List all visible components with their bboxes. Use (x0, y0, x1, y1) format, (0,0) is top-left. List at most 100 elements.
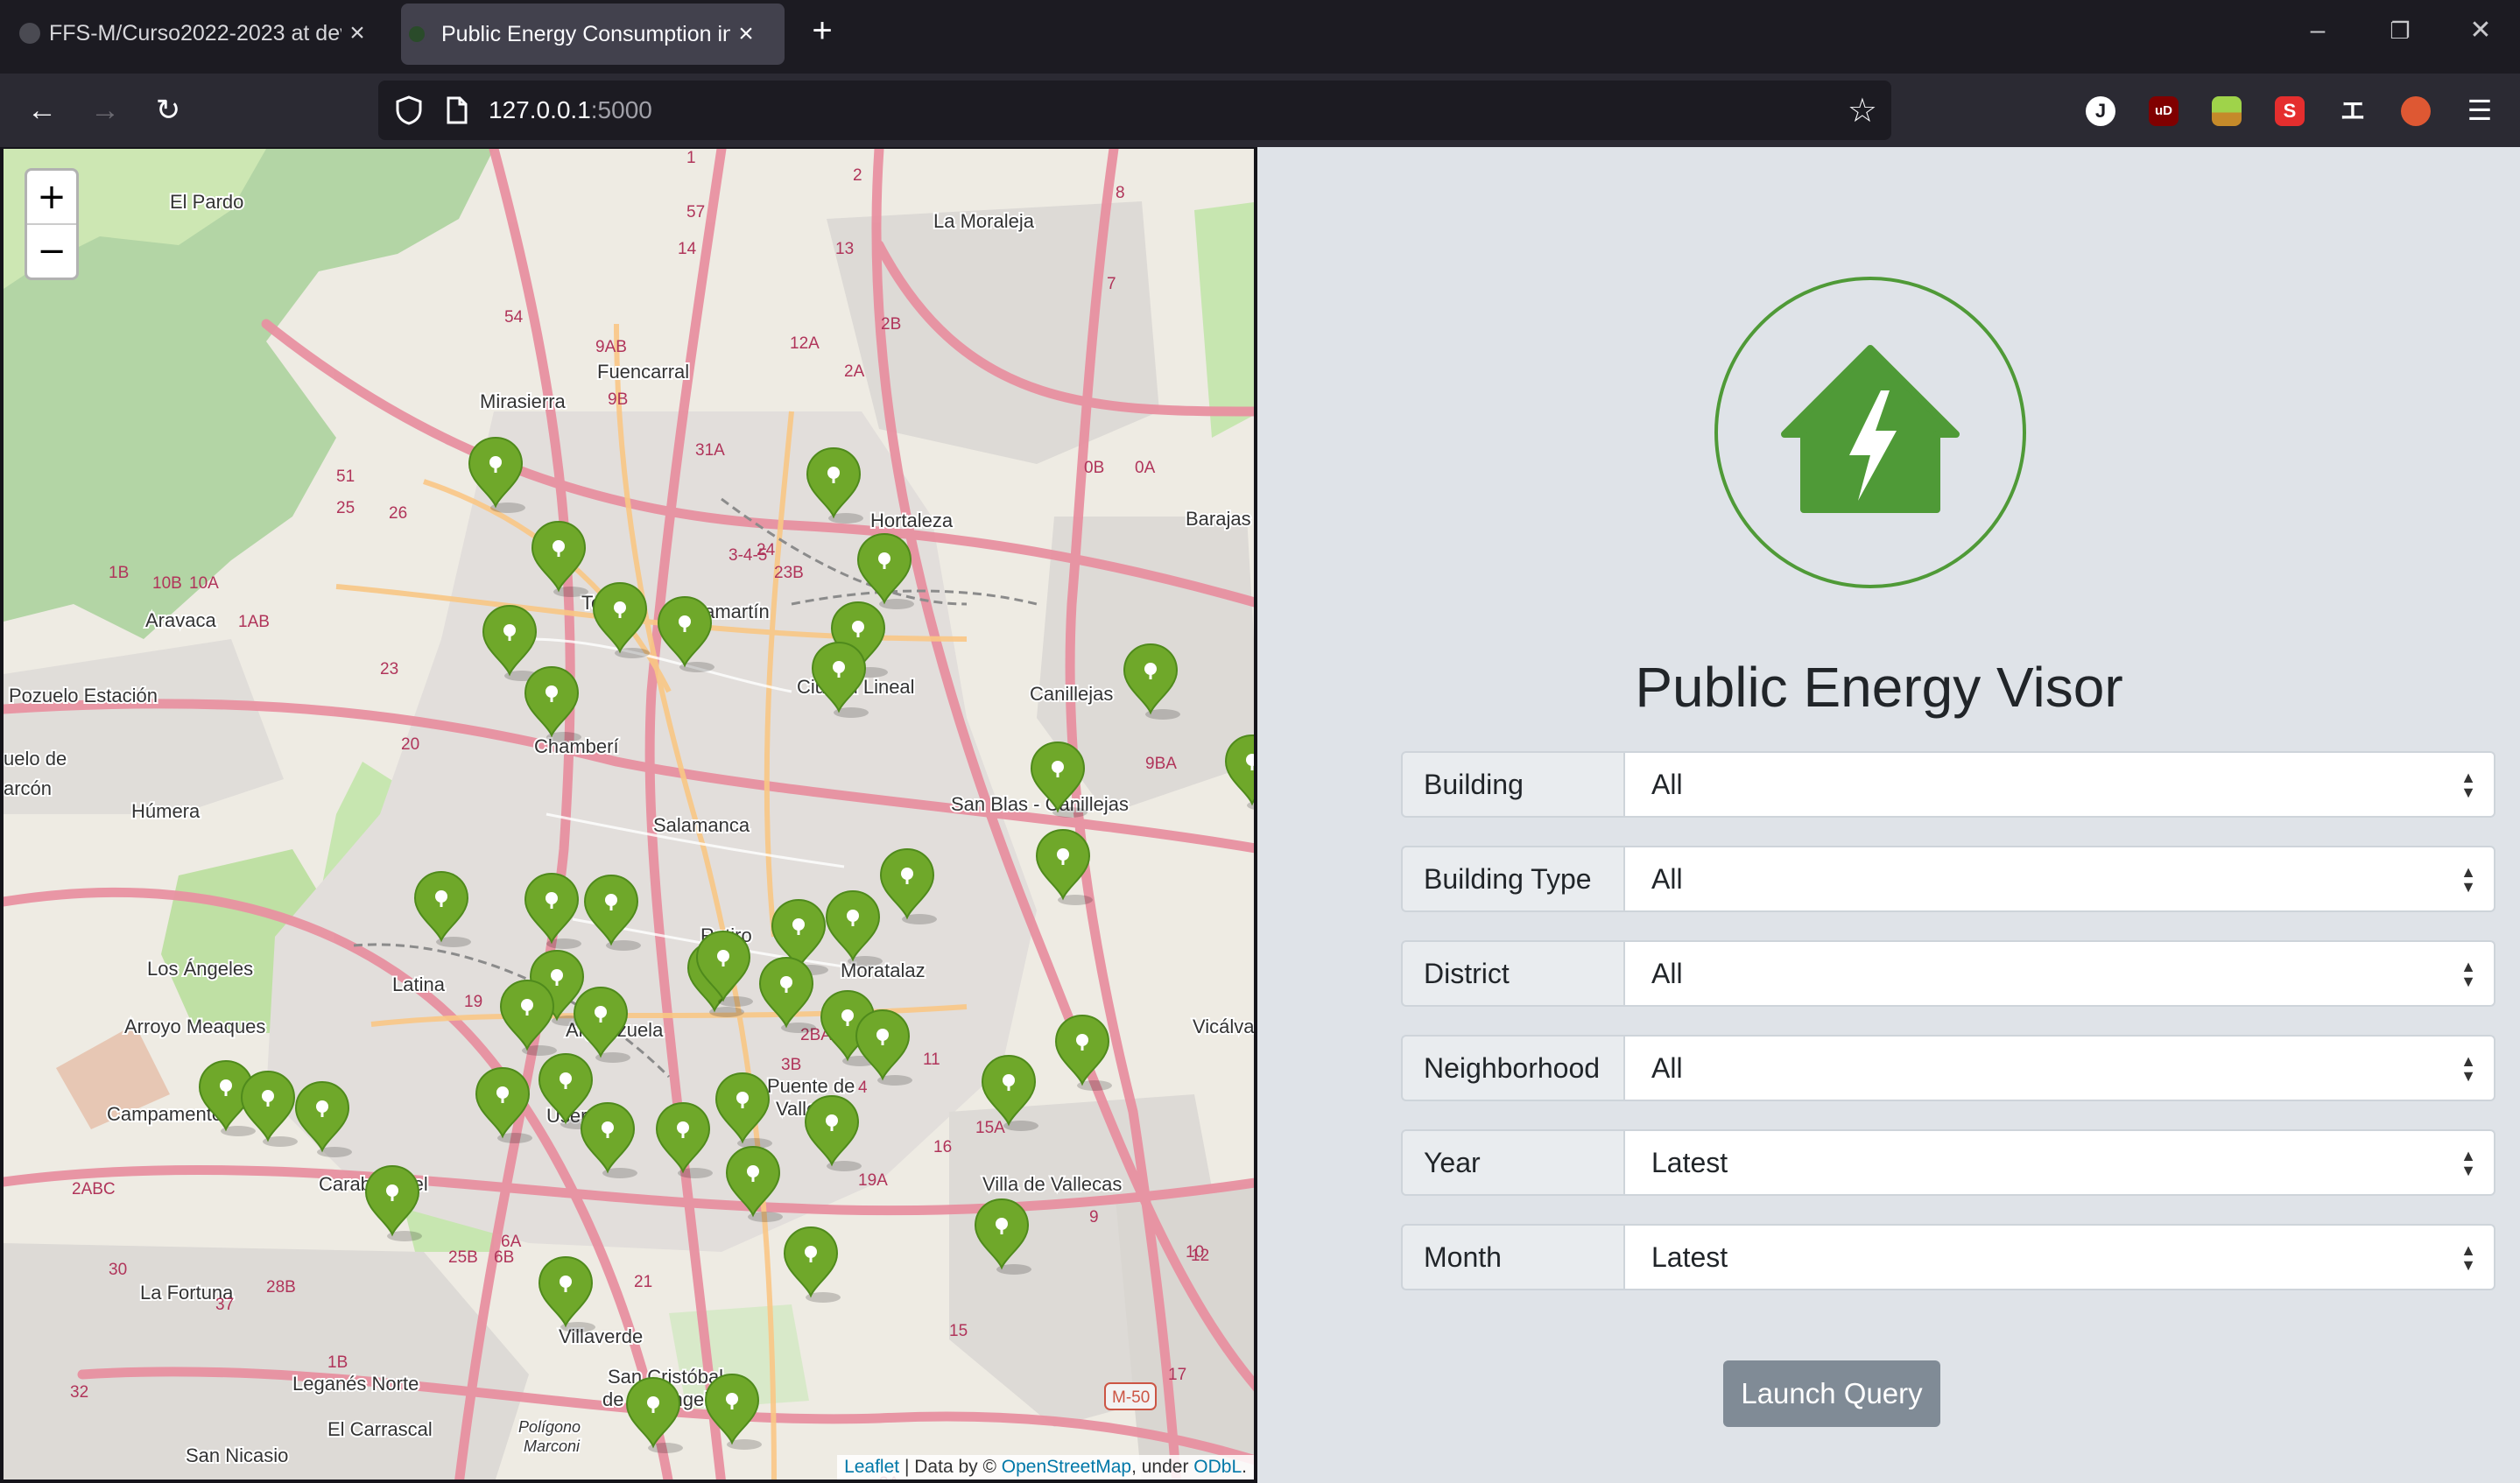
odbl-link[interactable]: ODbL (1193, 1457, 1242, 1477)
place-label: Vicálvaro (1193, 1016, 1257, 1037)
place-label: Arroyo Meaques (124, 1016, 265, 1037)
map-marker-icon[interactable] (783, 1226, 841, 1303)
place-label: Húmera (131, 800, 201, 822)
place-label: Los Ángeles (147, 958, 253, 980)
translate-icon[interactable]: エ (2338, 96, 2368, 126)
back-icon[interactable]: ← (19, 88, 65, 133)
minimize-icon[interactable]: – (2296, 9, 2340, 53)
reload-icon[interactable]: ↻ (145, 88, 191, 133)
place-label: Leganés Norte (292, 1373, 419, 1395)
address-bar[interactable]: 127.0.0.1:5000 ☆ (378, 81, 1891, 140)
road-number-label: 11 (923, 1051, 940, 1069)
road-number-label: 28B (266, 1278, 296, 1297)
road-number-label: 19 (464, 993, 482, 1011)
road-number-label: 15 (949, 1322, 968, 1340)
duckduckgo-icon[interactable] (2401, 96, 2431, 126)
road-number-label: 1B (327, 1353, 348, 1372)
place-label: Polígono (518, 1418, 581, 1436)
shield-icon[interactable] (394, 95, 424, 126)
road-number-label: 2B (881, 315, 901, 334)
url-port: :5000 (590, 96, 652, 123)
tab-github[interactable]: FFS-M/Curso2022-2023 at deve × (14, 0, 373, 67)
month-filter: Month Latest ▲ ▼ (1401, 1224, 2495, 1290)
neighborhood-select[interactable]: All ▲ ▼ (1623, 1035, 2495, 1101)
zoom-in-button[interactable]: + (27, 171, 76, 223)
select-arrows-icon: ▲ ▼ (2460, 1052, 2476, 1085)
logo (1714, 277, 2026, 588)
zoom-out-button[interactable]: − (27, 223, 76, 278)
highway-shield-label: M-50 (1112, 1388, 1150, 1407)
building-type-select[interactable]: All ▲ ▼ (1623, 846, 2495, 912)
map-tiles[interactable]: El Pardo La Moraleja Fuencarral Mirasier… (4, 149, 1257, 1483)
filter-label: District (1401, 940, 1623, 1007)
close-tab-icon[interactable]: × (341, 18, 373, 48)
leaflet-link[interactable]: Leaflet (844, 1457, 899, 1477)
bookmark-star-icon[interactable]: ☆ (1848, 91, 1877, 130)
place-label: San Nicasio (186, 1444, 288, 1466)
select-value: All (1651, 1052, 1683, 1084)
road-number-label: 21 (634, 1273, 652, 1291)
url-host: 127.0.0.1 (489, 96, 591, 123)
road-number-label: 16 (933, 1138, 952, 1156)
road-number-label: 1 (686, 149, 696, 167)
select-value: Latest (1651, 1241, 1728, 1273)
attribution-text: , under (1131, 1457, 1189, 1477)
ublock-icon[interactable]: uD (2149, 96, 2179, 126)
road-number-label: 30 (109, 1261, 127, 1279)
tab-title: Public Energy Consumption in M (441, 21, 730, 46)
road-number-label: 1B (109, 564, 129, 582)
place-label: Aravaca (145, 609, 216, 631)
road-number-label: 12A (790, 334, 820, 353)
tab-title: FFS-M/Curso2022-2023 at deve (49, 20, 341, 46)
openstreetmap-link[interactable]: OpenStreetMap (1002, 1457, 1131, 1477)
road-number-label: 51 (336, 467, 355, 486)
district-select[interactable]: All ▲ ▼ (1623, 940, 2495, 1007)
extension-j-icon[interactable]: J (2086, 96, 2115, 126)
road-number-label: 2ABC (72, 1180, 116, 1198)
place-label: Latina (392, 973, 446, 995)
road-number-label: 9 (1089, 1208, 1099, 1226)
tab-public-energy[interactable]: Public Energy Consumption in M × (401, 4, 785, 65)
navigation-bar: ← → ↻ 127.0.0.1:5000 ☆ J uD S エ ☰ (0, 74, 2520, 147)
filter-label: Month (1401, 1224, 1623, 1290)
place-label: Hortaleza (870, 510, 954, 531)
road-number-label: 15A (975, 1119, 1005, 1137)
new-tab-button[interactable]: + (804, 12, 841, 49)
launch-query-button[interactable]: Launch Query (1723, 1360, 1940, 1427)
road-number-label: 7 (1107, 275, 1116, 293)
road-number-label: 0B (1084, 459, 1104, 477)
road-number-label: 37 (215, 1296, 234, 1314)
place-label: Barajas (1186, 508, 1251, 530)
building-select[interactable]: All ▲ ▼ (1623, 751, 2495, 818)
zoom-control: + − (25, 168, 79, 280)
map[interactable]: El Pardo La Moraleja Fuencarral Mirasier… (0, 147, 1257, 1483)
restore-icon[interactable]: ❐ (2378, 9, 2422, 53)
place-label: arcón (4, 777, 52, 799)
menu-icon[interactable]: ☰ (2457, 88, 2502, 133)
filter-label: Building (1401, 751, 1623, 818)
close-tab-icon[interactable]: × (730, 19, 762, 49)
year-select[interactable]: Latest ▲ ▼ (1623, 1129, 2495, 1196)
place-label: Villa de Vallecas (982, 1173, 1122, 1195)
select-arrows-icon: ▲ ▼ (2460, 1147, 2476, 1179)
select-arrows-icon: ▲ ▼ (2460, 958, 2476, 990)
map-marker-icon[interactable] (1054, 1014, 1112, 1091)
map-marker-icon[interactable] (625, 1376, 683, 1453)
extension-s-icon[interactable]: S (2275, 96, 2305, 126)
map-marker-icon[interactable] (240, 1070, 298, 1147)
close-window-icon[interactable]: ✕ (2459, 9, 2502, 53)
road-number-label: 9B (608, 390, 628, 409)
road-number-label: 26 (389, 504, 407, 523)
road-number-label: 13 (835, 240, 854, 258)
select-arrows-icon: ▲ ▼ (2460, 1241, 2476, 1274)
month-select[interactable]: Latest ▲ ▼ (1623, 1224, 2495, 1290)
map-marker-icon[interactable] (1224, 734, 1257, 811)
road-number-label: 20 (401, 735, 419, 754)
forward-icon[interactable]: → (82, 88, 128, 133)
place-label: Campamento (107, 1103, 222, 1125)
extension-green-icon[interactable] (2212, 96, 2242, 126)
map-marker-icon[interactable] (538, 1255, 595, 1332)
github-icon (19, 23, 40, 44)
place-label: Fuencarral (597, 361, 689, 383)
page-icon[interactable] (445, 95, 469, 125)
